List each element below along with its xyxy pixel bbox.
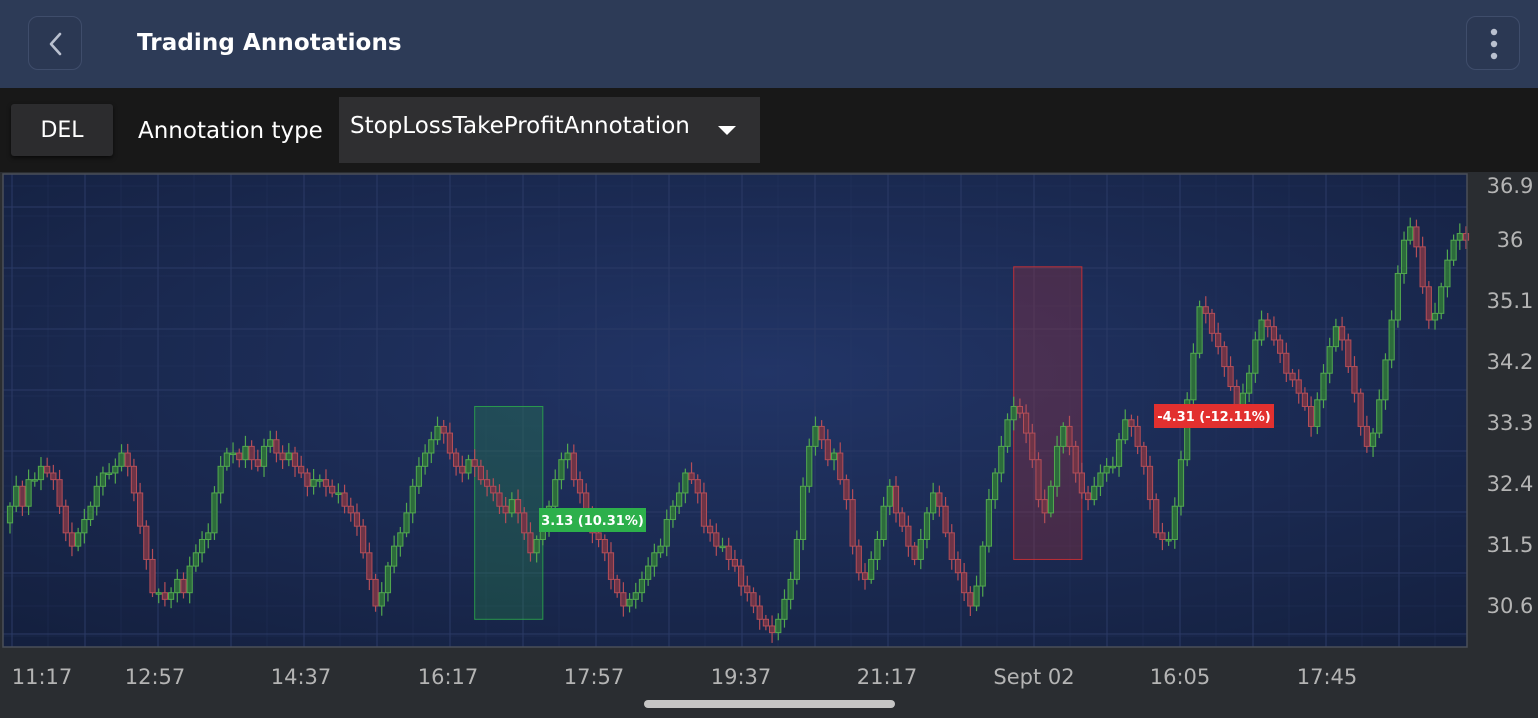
y-tick-label: 31.5 <box>1487 533 1534 557</box>
more-vertical-icon <box>1490 28 1498 60</box>
annotation-type-select[interactable]: StopLossTakeProfitAnnotation <box>339 97 760 163</box>
x-tick-label: 16:17 <box>418 665 479 689</box>
candle <box>799 477 807 551</box>
back-button[interactable] <box>28 16 82 70</box>
caret-down-icon <box>718 126 736 135</box>
x-tick-label: 17:57 <box>564 665 625 689</box>
x-tick-label: 16:05 <box>1150 665 1211 689</box>
x-tick-label: 19:37 <box>711 665 772 689</box>
page-title: Trading Annotations <box>137 30 402 56</box>
candle <box>1438 282 1445 320</box>
y-tick-label: 36 <box>1497 228 1524 252</box>
system-navigation-bar <box>0 690 1538 718</box>
chevron-left-icon <box>49 32 62 56</box>
more-options-button[interactable] <box>1466 16 1520 70</box>
app-header: Trading Annotations <box>0 0 1538 88</box>
y-tick-label: 30.6 <box>1487 594 1534 618</box>
candle <box>1394 265 1401 328</box>
take-profit-label: 3.13 (10.31%) <box>541 514 644 529</box>
annotation-toolbar: DEL Annotation type StopLossTakeProfitAn… <box>0 88 1538 172</box>
x-tick-label: 17:45 <box>1297 665 1358 689</box>
candle <box>372 573 379 612</box>
candlestick-chart[interactable]: 3.13 (10.31%) -4.31 (-12.11%) 11:17 12:57 1… <box>0 172 1538 690</box>
y-tick-label: 35.1 <box>1487 289 1534 313</box>
x-tick-label: 21:17 <box>857 665 918 689</box>
delete-button[interactable]: DEL <box>11 104 113 156</box>
y-tick-label: 36.9 <box>1487 174 1534 198</box>
candle <box>1196 300 1203 359</box>
annotation-type-label: Annotation type <box>138 118 323 144</box>
candle <box>211 486 218 540</box>
candle <box>806 438 813 493</box>
y-axis: 36.9 36 35.1 34.2 33.3 32.4 31.5 30.6 <box>1487 174 1534 618</box>
candle <box>1177 450 1185 516</box>
home-indicator[interactable] <box>644 700 895 708</box>
x-tick-label: Sept 02 <box>993 665 1074 689</box>
candle <box>1153 493 1160 538</box>
x-tick-label: 14:37 <box>271 665 332 689</box>
candle <box>1047 480 1054 518</box>
candle <box>1035 452 1042 508</box>
x-tick-label: 11:17 <box>12 665 73 689</box>
y-tick-label: 32.4 <box>1487 472 1534 496</box>
x-tick-label: 12:57 <box>125 665 186 689</box>
stop-loss-label: -4.31 (-12.11%) <box>1157 410 1270 425</box>
annotation-type-value: StopLossTakeProfitAnnotation <box>350 113 690 139</box>
candle <box>1184 392 1191 467</box>
y-tick-label: 34.2 <box>1487 350 1534 374</box>
y-tick-label: 33.3 <box>1487 411 1534 435</box>
